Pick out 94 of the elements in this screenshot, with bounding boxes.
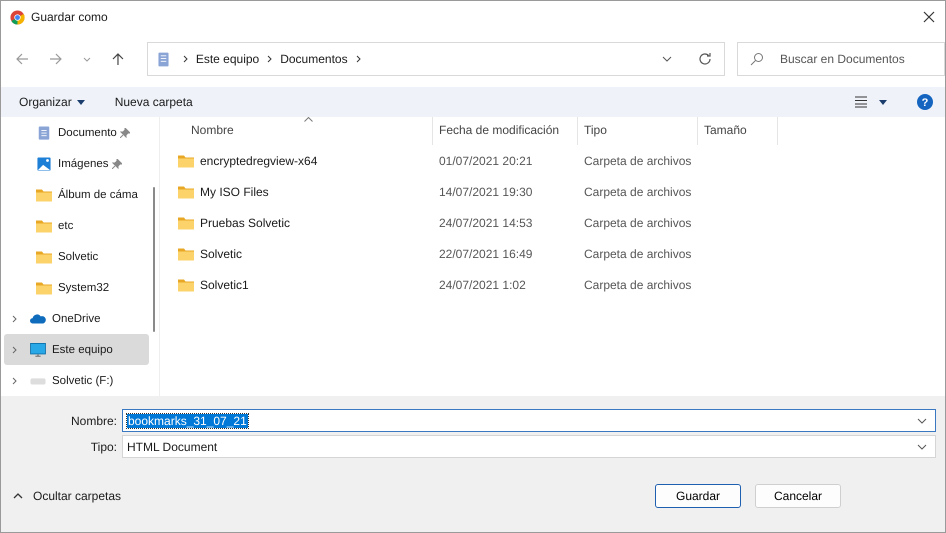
sidebar-label: etc bbox=[58, 220, 74, 232]
column-header[interactable]: Tipo bbox=[578, 117, 698, 145]
browser-logo-icon bbox=[10, 10, 25, 24]
sidebar-item[interactable]: etc bbox=[4, 210, 149, 241]
chevron-icon bbox=[182, 55, 188, 63]
search-icon bbox=[750, 52, 764, 66]
chevron-icon bbox=[356, 55, 361, 63]
dropdown-chevron-icon[interactable] bbox=[917, 418, 927, 424]
search-field[interactable]: Buscar en Documentos bbox=[737, 42, 945, 76]
organize-button[interactable]: Organizar bbox=[11, 91, 93, 113]
file-name: Solvetic bbox=[200, 246, 242, 260]
chevron-up-icon bbox=[13, 493, 23, 499]
sidebar-item[interactable]: Solvetic (F:) bbox=[4, 365, 149, 396]
folder-icon bbox=[36, 218, 52, 232]
file-row[interactable]: Solvetic1 24/07/2021 1:02 Carpeta de archivos bbox=[160, 269, 945, 300]
forward-arrow-icon[interactable] bbox=[48, 52, 63, 66]
modified-date: 24/07/2021 1:02 bbox=[439, 278, 526, 292]
file-type: Carpeta de archivos bbox=[584, 216, 692, 230]
file-name-field[interactable]: bookmarks_31_07_21 bbox=[122, 409, 936, 432]
sidebar-item[interactable]: Solvetic bbox=[4, 241, 149, 272]
sidebar-item[interactable]: OneDrive bbox=[4, 303, 149, 334]
dialog-button[interactable]: Guardar bbox=[655, 484, 741, 508]
file-row[interactable]: Solvetic 22/07/2021 16:49 Carpeta de archivos bbox=[160, 238, 945, 269]
caret-icon bbox=[76, 100, 85, 104]
dropdown-chevron-icon[interactable] bbox=[917, 444, 927, 450]
file-type: Carpeta de archivos bbox=[584, 184, 692, 198]
file-row[interactable]: My ISO Files 14/07/2021 19:30 Carpeta de archivos bbox=[160, 176, 945, 207]
sidebar-label: Álbum de cáma bbox=[58, 188, 138, 200]
name-label: Nombre: bbox=[70, 414, 118, 428]
sidebar-label: Solvetic (F:) bbox=[52, 374, 114, 386]
view-options-icon[interactable] bbox=[855, 96, 889, 108]
file-type: Carpeta de archivos bbox=[584, 246, 692, 260]
folder-icon bbox=[178, 154, 194, 168]
folder-icon bbox=[36, 250, 52, 264]
hide-folders-button[interactable]: Ocultar carpetas bbox=[9, 485, 126, 507]
document-icon bbox=[36, 126, 52, 140]
file-name: My ISO Files bbox=[200, 184, 269, 198]
sidebar-item[interactable]: System32 bbox=[4, 272, 149, 303]
file-name: encryptedregview-x64 bbox=[200, 154, 318, 168]
help-icon[interactable]: ? bbox=[917, 94, 933, 110]
column-header[interactable]: Tamaño bbox=[698, 117, 778, 145]
type-label: Tipo: bbox=[90, 440, 118, 454]
folder-icon bbox=[36, 188, 52, 202]
folder-icon bbox=[178, 184, 194, 198]
expand-chevron-icon[interactable] bbox=[12, 376, 17, 384]
sidebar-label: Imágenes bbox=[58, 158, 109, 170]
file-type: Carpeta de archivos bbox=[584, 154, 692, 168]
document-icon bbox=[158, 52, 169, 66]
modified-date: 14/07/2021 19:30 bbox=[439, 184, 532, 198]
sidebar-item[interactable]: Imágenes bbox=[4, 148, 149, 179]
column-header[interactable]: Fecha de modificación bbox=[433, 117, 578, 145]
folder-icon bbox=[178, 246, 194, 260]
scrollbar-thumb[interactable] bbox=[153, 187, 155, 332]
path-segment[interactable]: Documentos bbox=[280, 52, 348, 66]
sidebar-label: System32 bbox=[58, 282, 110, 294]
sidebar-item[interactable]: Documento bbox=[4, 117, 149, 148]
up-arrow-icon[interactable] bbox=[110, 52, 125, 66]
expand-chevron-icon[interactable] bbox=[12, 314, 17, 322]
file-name: Solvetic1 bbox=[200, 278, 249, 292]
sidebar-label: Este equipo bbox=[52, 344, 113, 356]
file-row[interactable]: encryptedregview-x64 01/07/2021 20:21 Carpeta de archivos bbox=[160, 145, 945, 176]
modified-date: 01/07/2021 20:21 bbox=[439, 154, 532, 168]
file-type-dropdown[interactable]: HTML Document bbox=[122, 435, 936, 458]
sidebar-item[interactable]: Este equipo bbox=[4, 334, 149, 365]
recent-chevron-icon[interactable] bbox=[82, 56, 91, 62]
folder-icon bbox=[178, 278, 194, 292]
cloud-icon bbox=[30, 312, 46, 326]
picture-icon bbox=[36, 156, 52, 170]
modified-date: 22/07/2021 16:49 bbox=[439, 246, 532, 260]
address-bar[interactable]: Este equipo Documentos bbox=[146, 42, 725, 76]
file-type: Carpeta de archivos bbox=[584, 278, 692, 292]
column-header[interactable]: Nombre bbox=[160, 117, 433, 145]
folder-icon bbox=[178, 216, 194, 230]
dropdown-chevron-icon[interactable] bbox=[662, 56, 672, 62]
back-arrow-icon[interactable] bbox=[15, 52, 29, 66]
dialog-button[interactable]: Cancelar bbox=[755, 484, 841, 508]
expand-chevron-icon[interactable] bbox=[12, 346, 17, 354]
search-input[interactable]: Buscar en Documentos bbox=[778, 51, 932, 67]
file-name: Pruebas Solvetic bbox=[200, 216, 290, 230]
new-folder-button[interactable]: Nueva carpeta bbox=[106, 91, 201, 113]
close-icon[interactable] bbox=[923, 11, 935, 23]
sidebar-label: OneDrive bbox=[52, 312, 101, 324]
refresh-icon[interactable] bbox=[698, 52, 712, 66]
sidebar-item[interactable]: Álbum de cáma bbox=[4, 179, 149, 210]
sidebar-label: Solvetic bbox=[58, 250, 98, 262]
file-row[interactable]: Pruebas Solvetic 24/07/2021 14:53 Carpeta de archivos bbox=[160, 207, 945, 238]
folder-icon bbox=[36, 280, 52, 294]
chevron-icon bbox=[267, 55, 272, 63]
sidebar-label: Documento bbox=[58, 126, 117, 138]
monitor-icon bbox=[30, 342, 46, 356]
modified-date: 24/07/2021 14:53 bbox=[439, 216, 532, 230]
sort-caret-icon bbox=[304, 117, 313, 122]
path-segment[interactable]: Este equipo bbox=[196, 52, 260, 66]
window-title: Guardar como bbox=[31, 10, 108, 24]
